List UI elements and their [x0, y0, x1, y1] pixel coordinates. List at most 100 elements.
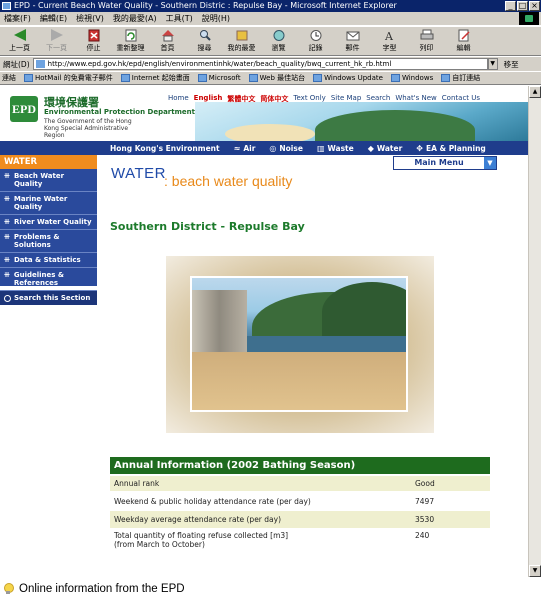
refresh-button[interactable]: 重新整理 — [113, 27, 148, 53]
search-label: 搜尋 — [197, 44, 212, 52]
nav-air[interactable]: ≈ Air — [234, 144, 256, 153]
link-item[interactable]: 自訂連結 — [441, 72, 480, 84]
link-label: Internet 起始畫面 — [131, 73, 190, 82]
mail-button[interactable]: 郵件 — [335, 27, 370, 53]
text-only-link[interactable]: Text Only — [293, 94, 325, 104]
go-button[interactable]: 移至 — [504, 59, 519, 70]
sidebar: WATER ⁜ Beach Water Quality ⁜ Marine Water… — [0, 155, 97, 305]
beach-photo — [190, 276, 408, 412]
menu-file[interactable]: 檔案(F) — [4, 12, 31, 25]
department-name-en: Environmental Protection Department — [44, 108, 195, 116]
nav-noise[interactable]: ◎ Noise — [269, 144, 303, 153]
link-item[interactable]: Web 最佳站台 — [248, 72, 305, 84]
link-item[interactable]: Windows — [390, 72, 434, 84]
edit-button[interactable]: 編輯 — [446, 27, 481, 53]
stop-icon — [88, 29, 99, 42]
scroll-up-icon[interactable]: ▲ — [529, 86, 541, 98]
contact-us-link[interactable]: Contact Us — [442, 94, 480, 104]
section-subtitle: : beach water quality — [164, 173, 292, 189]
nav-hk-environment[interactable]: Hong Kong's Environment — [110, 144, 220, 153]
sidebar-item-marine-water-quality[interactable]: ⁜ Marine Water Quality — [0, 192, 97, 215]
url-input[interactable]: http://www.epd.gov.hk/epd/english/enviro… — [32, 58, 488, 70]
link-item[interactable]: HotMail 的免費電子郵件 — [24, 72, 113, 84]
close-button[interactable]: × — [529, 1, 540, 11]
address-dropdown-icon[interactable]: ▼ — [487, 58, 498, 70]
section-nav-bar: Hong Kong's Environment ≈ Air ◎ Noise ▥ Was… — [0, 141, 528, 155]
font-button[interactable]: A 字型 — [372, 27, 407, 53]
sidebar-item-data-statistics[interactable]: ⁜ Data & Statistics — [0, 253, 97, 268]
forward-button[interactable]: 下一頁 — [39, 27, 74, 53]
edit-icon — [458, 29, 470, 42]
air-icon: ≈ — [233, 143, 241, 153]
home-button[interactable]: 首頁 — [150, 27, 185, 53]
traditional-chinese-link[interactable]: 繁體中文 — [227, 94, 255, 104]
link-label: Microsoft — [208, 73, 241, 82]
sidebar-item-label: River Water Quality — [14, 218, 92, 226]
url-text: http://www.epd.gov.hk/epd/english/enviro… — [47, 60, 392, 68]
row-value: 7497 — [415, 497, 435, 506]
link-label: Windows — [401, 73, 434, 82]
favorites-button[interactable]: 我的最愛 — [224, 27, 259, 53]
nav-ea-planning[interactable]: ✥ EA & Planning — [416, 144, 485, 153]
maximize-button[interactable]: □ — [517, 1, 528, 11]
nav-water[interactable]: ◆ Water — [368, 144, 403, 153]
link-item[interactable]: Windows Update — [313, 72, 383, 84]
sidebar-item-guidelines-references[interactable]: ⁜ Guidelines & References — [0, 268, 97, 291]
history-icon — [273, 30, 284, 41]
browse-button[interactable]: 瀏覽 — [261, 27, 296, 53]
history-log-icon — [310, 30, 321, 41]
annual-info-heading: Annual Information (2002 Bathing Season) — [110, 457, 490, 474]
search-section-button[interactable]: Search this Section — [0, 291, 97, 305]
menu-view[interactable]: 檢視(V) — [76, 12, 104, 25]
link-label: 自訂連結 — [452, 73, 481, 82]
search-link[interactable]: Search — [366, 94, 390, 104]
back-button[interactable]: 上一頁 — [2, 27, 37, 53]
window-title-bar[interactable]: EPD - Current Beach Water Quality - Sout… — [0, 0, 541, 12]
menu-edit[interactable]: 編輯(E) — [40, 12, 67, 25]
menu-help[interactable]: 說明(H) — [202, 12, 230, 25]
link-item[interactable]: Microsoft — [197, 72, 241, 84]
site-map-link[interactable]: Site Map — [331, 94, 361, 104]
bullet-icon: ⁜ — [4, 271, 10, 279]
row-label: Weekend & public holiday attendance rate… — [114, 497, 311, 506]
back-label: 上一頁 — [9, 44, 30, 52]
stop-button[interactable]: 停止 — [76, 27, 111, 53]
link-item[interactable]: Internet 起始畫面 — [120, 72, 190, 84]
nav-label: Air — [243, 143, 256, 153]
main-menu-dropdown[interactable]: Main Menu ▼ — [393, 156, 497, 170]
mail-label: 郵件 — [345, 44, 360, 52]
browser-toolbar: 上一頁 下一頁 停止 重新整理 首頁 搜尋 我的最愛 瀏覽 記錄 郵件 A 字型 — [0, 26, 541, 56]
nav-waste[interactable]: ▥ Waste — [317, 144, 354, 153]
print-button[interactable]: 列印 — [409, 27, 444, 53]
nav-label: Waste — [327, 143, 354, 153]
row-value: Good — [415, 479, 435, 488]
scroll-down-icon[interactable]: ▼ — [529, 565, 541, 577]
sidebar-item-beach-water-quality[interactable]: ⁜ Beach Water Quality — [0, 169, 97, 192]
english-link[interactable]: English — [194, 94, 223, 104]
menu-favorites[interactable]: 我的最愛(A) — [113, 12, 157, 25]
page-icon — [313, 74, 323, 82]
sidebar-item-river-water-quality[interactable]: ⁜ River Water Quality — [0, 215, 97, 230]
caption: Online information from the EPD — [0, 577, 541, 600]
history-button[interactable]: 記錄 — [298, 27, 333, 53]
sidebar-item-problems-solutions[interactable]: ⁜ Problems & Solutions — [0, 230, 97, 253]
row-value: 3530 — [415, 515, 435, 524]
minimize-button[interactable]: _ — [505, 1, 516, 11]
section-subtitle-text: beach water quality — [171, 173, 293, 189]
nav-label: EA & Planning — [426, 143, 486, 153]
search-button[interactable]: 搜尋 — [187, 27, 222, 53]
home-link[interactable]: Home — [168, 94, 189, 104]
favorites-icon — [236, 30, 247, 41]
search-icon — [199, 30, 211, 41]
table-row: Weekend & public holiday attendance rate… — [110, 493, 490, 510]
sidebar-heading: WATER — [0, 155, 97, 169]
row-label: Total quantity of floating refuse collec… — [110, 531, 415, 553]
bullet-icon: ⁜ — [4, 172, 10, 180]
whats-new-link[interactable]: What's New — [395, 94, 436, 104]
address-bar: 網址(D) http://www.epd.gov.hk/epd/english/… — [0, 57, 541, 71]
water-drop-icon: ◆ — [367, 143, 374, 153]
simplified-chinese-link[interactable]: 简体中文 — [260, 94, 288, 104]
epd-logo[interactable]: EPD — [10, 96, 38, 122]
menu-tools[interactable]: 工具(T) — [166, 12, 193, 25]
vertical-scrollbar[interactable]: ▲ ▼ — [528, 86, 541, 577]
